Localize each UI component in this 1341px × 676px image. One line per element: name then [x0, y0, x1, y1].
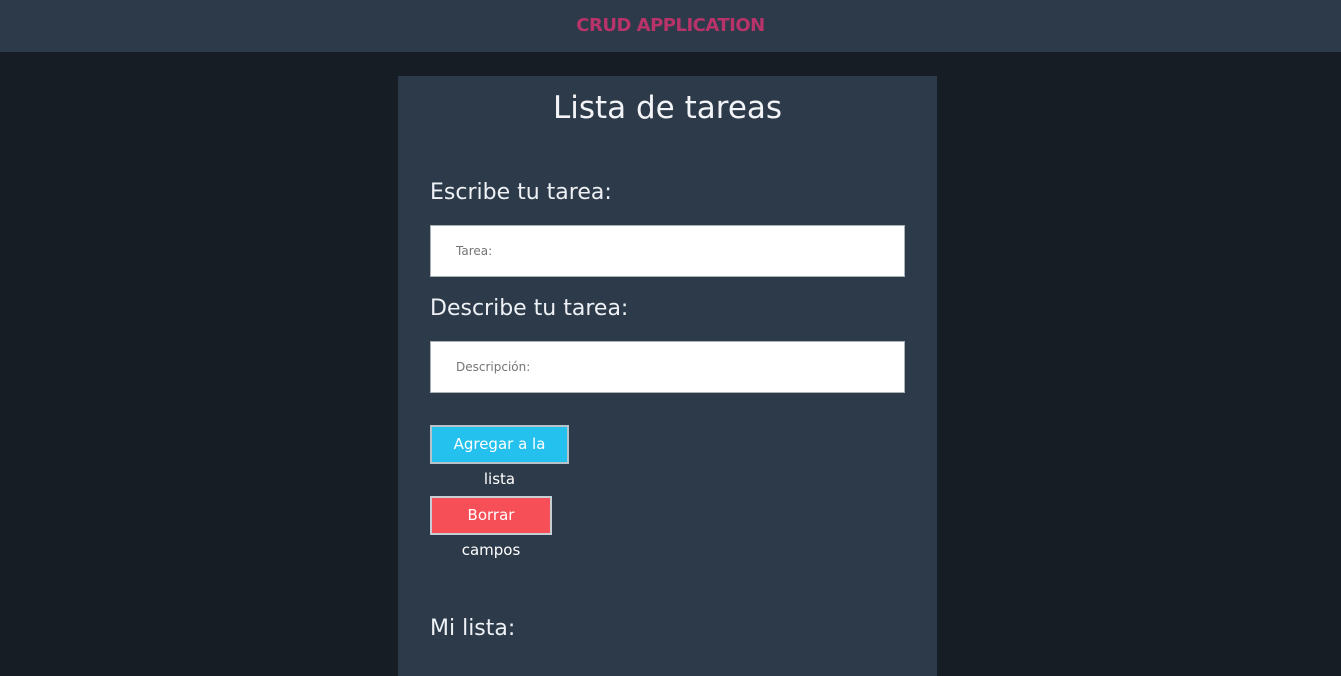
task-label: Escribe tu tarea: [430, 180, 612, 205]
page-title: Lista de tareas [552, 90, 783, 126]
app-brand[interactable]: CRUD APPLICATION [576, 15, 765, 36]
add-to-list-button[interactable]: Agregar a la lista [430, 425, 569, 488]
clear-fields-button[interactable]: Borrar campos [430, 496, 552, 559]
top-navbar: CRUD APPLICATION [0, 0, 1341, 52]
task-input[interactable] [430, 225, 905, 277]
my-list-title: Mi lista: [430, 616, 516, 641]
description-input[interactable] [430, 341, 905, 393]
description-label: Describe tu tarea: [430, 296, 629, 321]
